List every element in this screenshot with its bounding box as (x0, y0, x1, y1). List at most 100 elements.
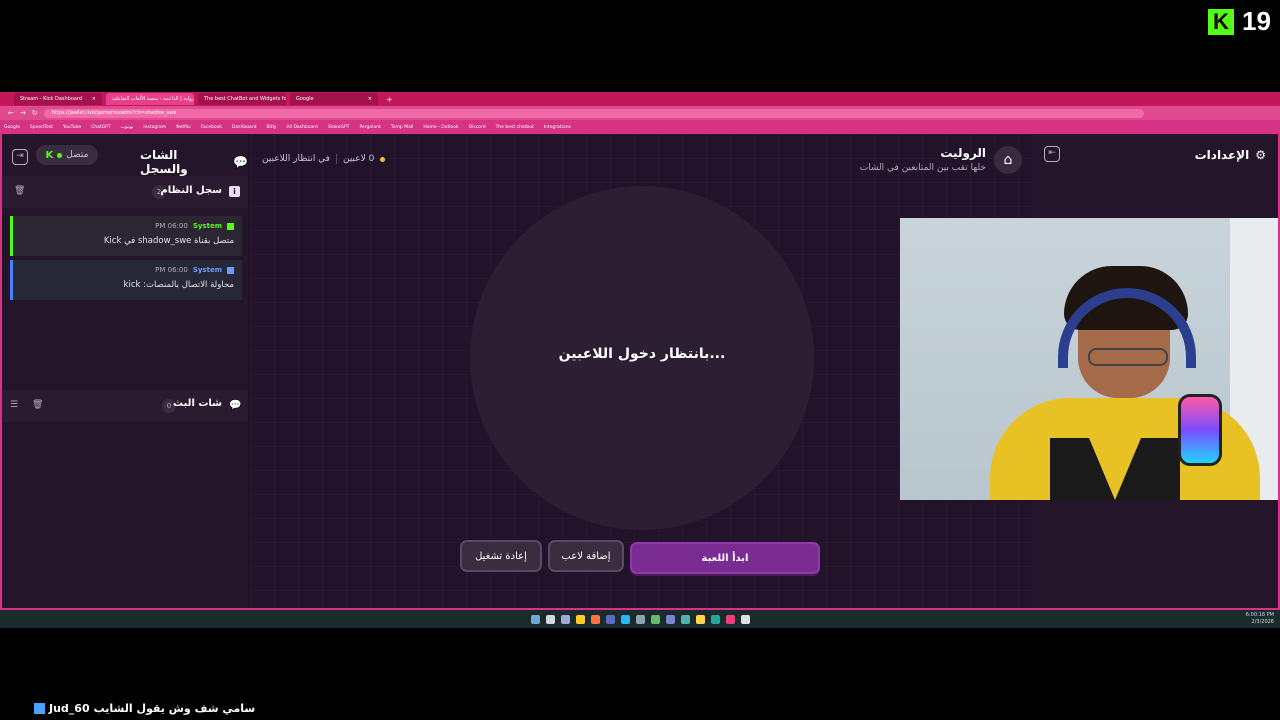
chat-title-text: الشات والسجل (140, 148, 188, 176)
stream-chat-header[interactable]: ☰ 🗑 0 شات البث 💬 (2, 390, 248, 422)
tab-roulette[interactable]: الرولية | الداعمة - منصة الألعاب التفاعل… (106, 93, 194, 105)
waiting-message: بانتظار دخول اللاعبين... (558, 346, 726, 362)
settings-title-text: الإعدادات (1194, 148, 1250, 162)
task-view-icon[interactable] (560, 614, 570, 624)
players-count: 0 لاعبين (342, 154, 375, 164)
bookmark[interactable]: Temp Mail (391, 125, 414, 130)
tab-chatbot[interactable]: The best ChatBot and Widgets for...× (198, 93, 286, 105)
start-game-button[interactable]: ابدأ اللعبة (630, 542, 820, 574)
discord-icon[interactable] (665, 614, 675, 624)
clock-time: 6:00:18 PM (1245, 612, 1274, 618)
message-text: متصل بقناة shadow_swe في Kick (103, 236, 234, 246)
close-icon[interactable]: × (368, 93, 372, 105)
bookmark[interactable]: Facebook (201, 125, 222, 130)
system-log-header[interactable]: 🗑 2 سجل النظام i (2, 176, 248, 208)
clock[interactable]: 6:00:18 PM 2/3/2026 (1246, 612, 1274, 626)
trash-icon[interactable]: 🗑 (32, 400, 43, 410)
app-icon[interactable] (725, 614, 735, 624)
collapse-chat-icon[interactable]: ⇥ (12, 149, 28, 165)
bookmark[interactable]: ChatGPT (91, 125, 110, 130)
explorer-icon[interactable] (575, 614, 585, 624)
tab-google[interactable]: Google × (290, 93, 378, 105)
search-icon[interactable] (545, 614, 555, 624)
sort-icon[interactable]: ☰ (10, 400, 18, 410)
connection-status: K متصل (36, 145, 98, 165)
message-sender: System (192, 222, 222, 230)
folder-icon[interactable] (695, 614, 705, 624)
bookmark[interactable]: All Dashboard (286, 125, 317, 130)
chat-bubble-icon: 💬 (229, 400, 242, 411)
reload-icon[interactable]: ↻ (32, 109, 38, 117)
game-subtitle: خلها تقب بين المتابعين في الشات (859, 163, 986, 173)
tab-bar: Stream - Kick Dashboard × الرولية | الداع… (0, 92, 1280, 106)
bookmark[interactable]: Dashboard (232, 125, 256, 130)
stream-chat-title: شات البث (173, 398, 222, 409)
app-icon[interactable] (680, 614, 690, 624)
game-title: الروليت (940, 146, 986, 160)
new-tab-icon[interactable]: + (386, 95, 393, 104)
message-time: 06:00 PM (155, 266, 188, 274)
bookmark[interactable]: Google (4, 125, 20, 130)
status-label: متصل (66, 150, 89, 160)
kick-viewer-badge: K 19 (1208, 6, 1271, 37)
microphone-icon (1178, 394, 1222, 466)
chat-panel-title: الشات والسجل 💬 (140, 148, 248, 176)
app-icon[interactable] (650, 614, 660, 624)
chat-message: سامي شف وش يقول الشايب (93, 702, 256, 715)
tab-label: Stream - Kick Dashboard (20, 96, 83, 102)
close-icon[interactable]: × (92, 93, 96, 105)
forward-icon[interactable]: → (20, 109, 26, 117)
app-icon[interactable] (590, 614, 600, 624)
settings-title: الإعدادات ⚙ (1195, 148, 1266, 162)
message-time: 06:00 PM (155, 222, 188, 230)
bookmark[interactable]: instagram (143, 125, 166, 130)
tab-label: The best ChatBot and Widgets for... (204, 96, 286, 102)
bookmark[interactable]: StakeGPT (328, 125, 350, 130)
add-player-button[interactable]: إضافة لاعب (548, 540, 624, 572)
log-message: System 06:00 PM متصل بقناة shadow_swe في… (10, 216, 242, 256)
bookmark[interactable]: يوتيوب (121, 125, 134, 130)
gear-icon: ⚙ (1255, 148, 1266, 162)
chat-username: Jud_60 (49, 702, 90, 715)
message-header: System 06:00 PM (155, 222, 234, 230)
log-message: System 06:00 PM محاولة الاتصال بالمنصات:… (10, 260, 242, 300)
info-icon: i (229, 186, 240, 197)
url-input[interactable]: https://jawlet.live/game/roulette?ch=sha… (43, 108, 1144, 118)
collapse-settings-icon[interactable]: ⇤ (1044, 146, 1060, 162)
stream-chat-overlay: سامي شف وش يقول الشايب Jud_60 (34, 702, 255, 715)
status-dot-icon (380, 156, 386, 162)
game-status: في انتظار اللاعبين (262, 154, 330, 164)
home-icon[interactable]: ⌂ (994, 146, 1022, 174)
bookmarks-bar: Google SpeedTest YouTube ChatGPT يوتيوب … (0, 120, 1280, 134)
bookmark[interactable]: Integrations (544, 125, 571, 130)
edge-icon[interactable] (710, 614, 720, 624)
taskbar: 6:00:18 PM 2/3/2026 (0, 610, 1280, 628)
bookmark[interactable]: Home - Outlook (423, 125, 458, 130)
tab-kick-dashboard[interactable]: Stream - Kick Dashboard × (14, 93, 102, 105)
reset-button[interactable]: إعادة تشغيل (460, 540, 542, 572)
back-icon[interactable]: ← (8, 109, 14, 117)
obs-icon[interactable] (740, 614, 750, 624)
bookmark[interactable]: Netflix (176, 125, 191, 130)
app-icon[interactable] (605, 614, 615, 624)
online-dot-icon (57, 152, 63, 158)
bookmark[interactable]: Discord (469, 125, 486, 130)
vscode-icon[interactable] (620, 614, 630, 624)
app-icon[interactable] (635, 614, 645, 624)
clock-date: 2/3/2026 (1251, 619, 1274, 625)
bookmark[interactable]: YouTube (63, 125, 81, 130)
kick-icon: K (45, 149, 54, 161)
kick-icon (34, 703, 45, 714)
kick-logo-icon: K (1208, 8, 1234, 35)
bookmark[interactable]: Bitly (266, 125, 276, 130)
system-icon (227, 266, 234, 274)
start-icon[interactable] (530, 614, 540, 624)
chat-panel: ⇥ K متصل الشات والسجل 💬 🗑 2 سجل النظام i… (2, 134, 248, 608)
browser-window: Stream - Kick Dashboard × الرولية | الداع… (0, 92, 1280, 610)
bookmark[interactable]: SpeedTest (30, 125, 53, 130)
players-info: 0 لاعبين في انتظار اللاعبين (262, 154, 386, 164)
bookmark[interactable]: The best chatbot (496, 125, 534, 130)
bookmark[interactable]: Pergolant (359, 125, 380, 130)
webcam-overlay (900, 218, 1278, 500)
trash-icon[interactable]: 🗑 (14, 186, 25, 196)
